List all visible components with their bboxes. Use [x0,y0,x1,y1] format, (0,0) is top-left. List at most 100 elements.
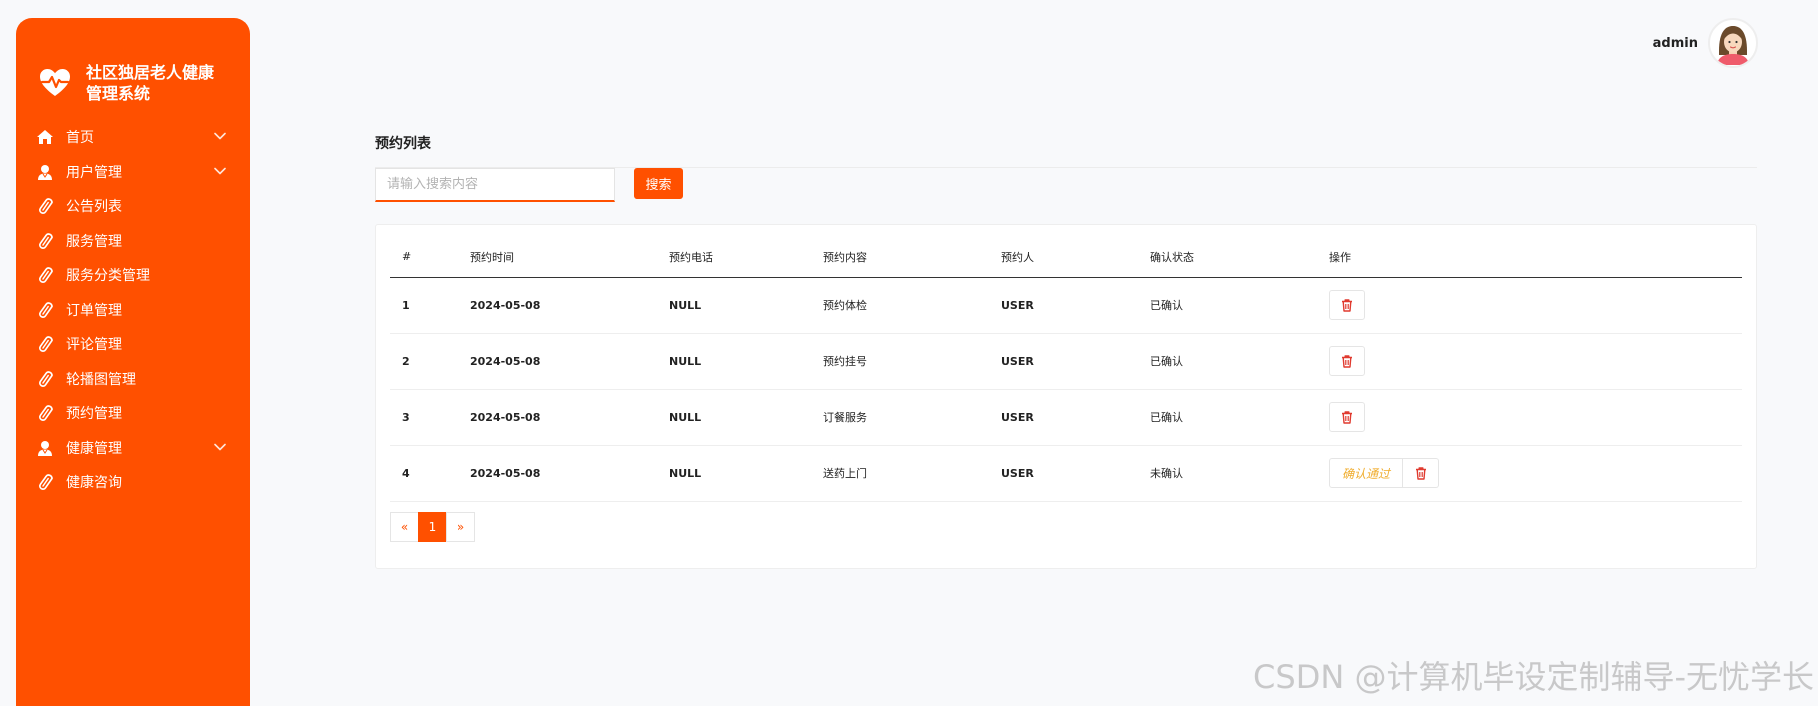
cell-status: 已确认 [1138,277,1317,334]
sidebar-item-8[interactable]: 预约管理 [16,396,250,431]
column-header-id: # [390,237,458,278]
link-icon [36,232,54,250]
sidebar-item-3[interactable]: 服务管理 [16,224,250,259]
trash-icon [1414,466,1428,480]
chevron-down-icon [214,132,226,140]
cell-actions: 确认通过 [1317,445,1742,502]
sidebar-item-0[interactable]: 首页 [16,120,250,155]
table-row: 4 2024-05-08 NULL 送药上门 USER 未确认 确认通过 [390,445,1742,502]
cell-person: USER [989,333,1138,390]
cell-content: 预约体检 [811,277,989,334]
cell-id: 1 [390,277,458,334]
chevron-down-icon [214,167,226,174]
heart-pulse-icon [40,69,70,96]
link-icon [36,197,54,215]
link-icon [36,404,54,422]
cell-content: 预约挂号 [811,333,989,390]
table-row: 2 2024-05-08 NULL 预约挂号 USER 已确认 [390,333,1742,390]
app-title: 社区独居老人健康管理系统 [86,63,215,103]
cell-content: 订餐服务 [811,389,989,446]
search-button[interactable]: 搜索 [634,168,683,199]
row-actions [1329,402,1742,432]
appointment-table-card: # 预约时间 预约电话 预约内容 预约人 确认状态 操作 1 2024-05-08… [375,224,1757,569]
sidebar-item-label: 首页 [66,130,94,147]
table-row: 3 2024-05-08 NULL 订餐服务 USER 已确认 [390,389,1742,446]
pagination-page-1[interactable]: 1 [418,512,447,542]
pagination-prev[interactable]: « [390,512,419,542]
table-body: 1 2024-05-08 NULL 预约体检 USER 已确认 2 2024-05-08 NUL… [390,277,1742,502]
delete-button[interactable] [1329,290,1365,320]
row-actions [1329,346,1742,376]
sidebar-item-6[interactable]: 评论管理 [16,327,250,362]
cell-time: 2024-05-08 [458,389,657,446]
cell-phone: NULL [657,389,811,446]
user-icon [36,439,54,457]
cell-status: 未确认 [1138,445,1317,502]
column-header-status: 确认状态 [1138,237,1317,278]
table-header-row: # 预约时间 预约电话 预约内容 预约人 确认状态 操作 [390,237,1742,278]
sidebar-item-10[interactable]: 健康咨询 [16,465,250,500]
sidebar-item-label: 公告列表 [66,199,122,216]
link-icon [36,473,54,491]
pagination: « 1 » [390,512,475,542]
sidebar-item-4[interactable]: 服务分类管理 [16,258,250,293]
column-header-person: 预约人 [989,237,1138,278]
avatar[interactable] [1708,18,1758,68]
watermark: CSDN @计算机毕设定制辅导-无忧学长 [1253,658,1814,696]
sidebar-item-label: 服务管理 [66,233,122,250]
pagination-next[interactable]: » [446,512,475,542]
sidebar-item-7[interactable]: 轮播图管理 [16,362,250,397]
trash-icon [1340,354,1354,368]
sidebar-item-5[interactable]: 订单管理 [16,293,250,328]
cell-actions [1317,277,1742,334]
user-menu[interactable]: admin [1653,18,1758,68]
avatar-icon [1717,26,1749,65]
cell-status: 已确认 [1138,333,1317,390]
trash-icon [1340,410,1354,424]
link-icon [36,301,54,319]
cell-time: 2024-05-08 [458,333,657,390]
link-icon [36,266,54,284]
sidebar-item-2[interactable]: 公告列表 [16,189,250,224]
cell-person: USER [989,277,1138,334]
row-actions: 确认通过 [1329,458,1742,488]
search-input[interactable] [375,168,615,202]
cell-person: USER [989,445,1138,502]
cell-id: 3 [390,389,458,446]
delete-button[interactable] [1329,402,1365,432]
sidebar-item-1[interactable]: 用户管理 [16,155,250,190]
cell-phone: NULL [657,277,811,334]
cell-phone: NULL [657,445,811,502]
sidebar-item-label: 服务分类管理 [66,268,150,285]
cell-person: USER [989,389,1138,446]
cell-actions [1317,389,1742,446]
confirm-approve-button[interactable]: 确认通过 [1329,458,1404,488]
cell-id: 4 [390,445,458,502]
brand: 社区独居老人健康管理系统 [16,18,250,104]
cell-phone: NULL [657,333,811,390]
column-header-content: 预约内容 [811,237,989,278]
username: admin [1652,35,1698,51]
sidebar-item-label: 订单管理 [66,302,122,319]
page-title: 预约列表 [375,136,431,152]
cell-actions [1317,333,1742,390]
user-icon [36,163,54,181]
sidebar-item-label: 健康管理 [66,440,122,457]
sidebar-item-label: 健康咨询 [66,475,122,492]
cell-id: 2 [390,333,458,390]
column-header-time: 预约时间 [458,237,657,278]
trash-icon [1340,298,1354,312]
cell-time: 2024-05-08 [458,445,657,502]
table-row: 1 2024-05-08 NULL 预约体检 USER 已确认 [390,277,1742,334]
cell-status: 已确认 [1138,389,1317,446]
delete-button[interactable] [1403,458,1440,488]
sidebar-item-label: 用户管理 [66,164,122,181]
sidebar-menu: 首页用户管理公告列表服务管理服务分类管理 订单管理评论管理轮播图管理预约管理健康管… [16,120,250,500]
sidebar-item-9[interactable]: 健康管理 [16,431,250,466]
sidebar-item-label: 轮播图管理 [66,371,136,388]
cell-content: 送药上门 [811,445,989,502]
link-icon [36,370,54,388]
sidebar: 社区独居老人健康管理系统 首页用户管理公告列表服务管理服务分类管理 订单管理评论管… [16,18,250,706]
delete-button[interactable] [1329,346,1365,376]
cell-time: 2024-05-08 [458,277,657,334]
